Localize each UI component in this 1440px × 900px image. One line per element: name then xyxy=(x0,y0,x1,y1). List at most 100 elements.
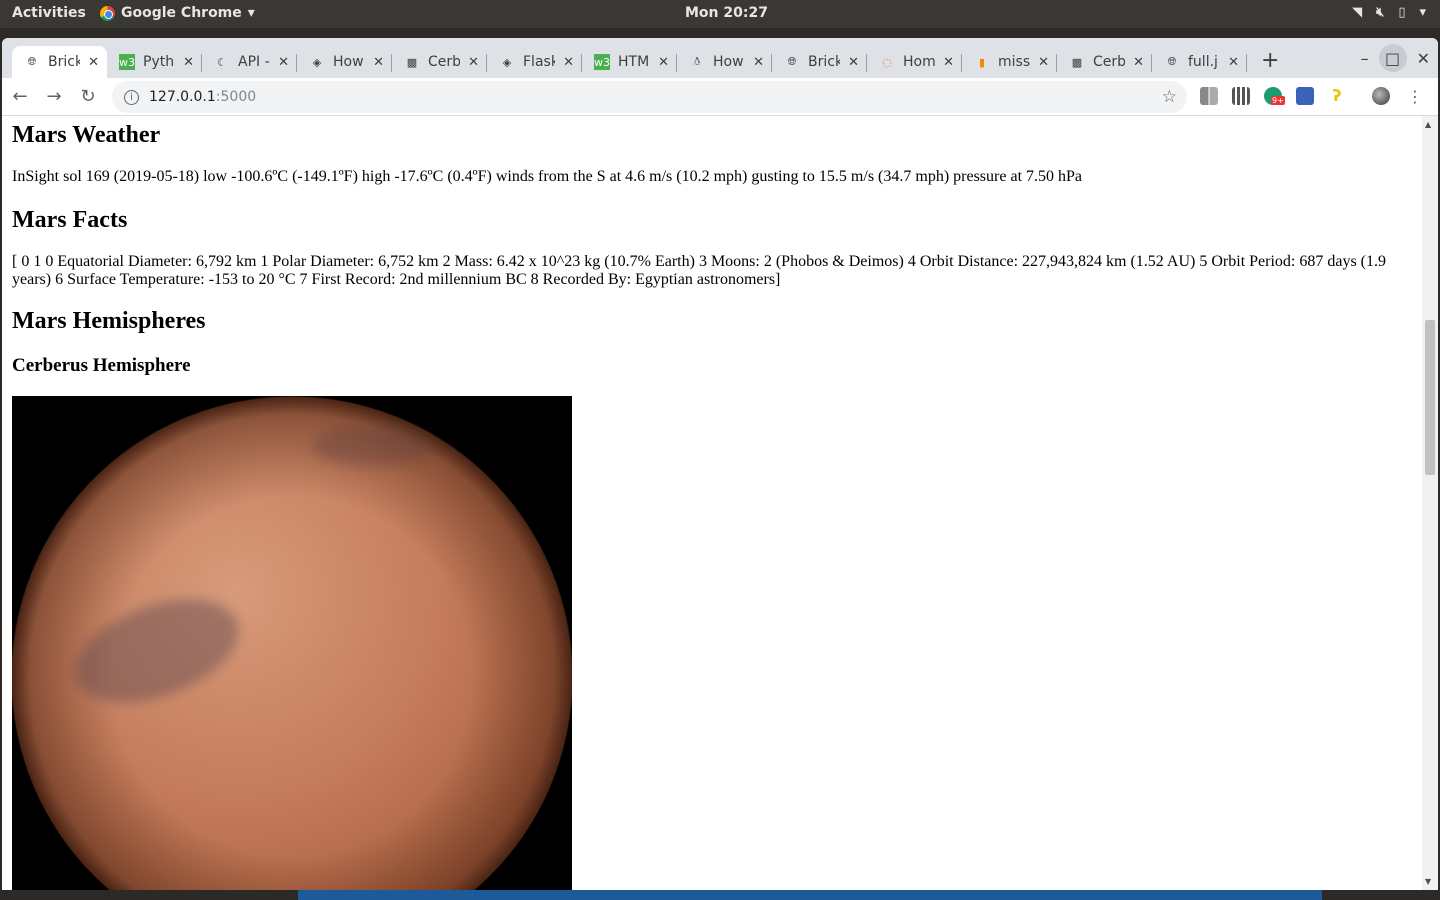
tab-close-icon[interactable]: ✕ xyxy=(563,55,574,70)
activities-button[interactable]: Activities xyxy=(12,5,86,21)
jupyter-icon: ◌ xyxy=(882,55,892,69)
tab-close-icon[interactable]: ✕ xyxy=(848,55,859,70)
extension-badge: 9+ xyxy=(1271,96,1285,105)
scroll-up-arrow[interactable]: ▲ xyxy=(1425,120,1431,129)
tab-close-icon[interactable]: ✕ xyxy=(183,55,194,70)
system-tray[interactable]: ◥ 🔇︎ ▯ ▾ xyxy=(1352,5,1426,20)
facts-text: [ 0 1 0 Equatorial Diameter: 6,792 km 1 … xyxy=(12,253,1387,288)
tab-title: Brick xyxy=(48,54,81,70)
tab[interactable]: 🐧︎ How ✕ xyxy=(677,46,772,78)
hemisphere-title: Cerberus Hemisphere xyxy=(12,355,191,376)
hemispheres-heading: Mars Hemispheres xyxy=(12,308,206,334)
cerberus-icon: ▩ xyxy=(406,55,418,69)
profile-avatar[interactable] xyxy=(1372,87,1390,105)
globe-icon: 🌐︎ xyxy=(1167,55,1177,68)
diamond-icon: ◈ xyxy=(502,55,512,69)
close-window-button[interactable]: ✕ xyxy=(1417,49,1430,68)
cerberus-icon: ▩ xyxy=(1071,55,1083,69)
vertical-scrollbar[interactable]: ▲ ▼ xyxy=(1422,116,1438,890)
tab-title: Python xyxy=(143,54,175,70)
battery-icon: ▯ xyxy=(1398,5,1406,20)
tab-close-icon[interactable]: ✕ xyxy=(753,55,764,70)
volume-muted-icon: 🔇︎ xyxy=(1376,5,1385,20)
tab[interactable]: 🌐︎ Brick ✕ xyxy=(772,46,867,78)
weather-text: InSight sol 169 (2019-05-18) low -100.6º… xyxy=(12,168,1083,185)
book-icon: ▮ xyxy=(978,55,986,69)
page-content: Mars Weather InSight sol 169 (2019-05-18… xyxy=(2,116,1422,890)
tab-close-icon[interactable]: ✕ xyxy=(373,55,384,70)
grid-extension-icon[interactable] xyxy=(1200,87,1218,105)
qr-code-extension-icon[interactable] xyxy=(1232,87,1250,105)
clock[interactable]: Mon 20:27 xyxy=(685,5,768,21)
tab-title: miss xyxy=(998,54,1031,70)
tab-title: HTML xyxy=(618,54,650,70)
tab[interactable]: ▩ Cerb ✕ xyxy=(392,46,487,78)
tab[interactable]: ◈ Flask ✕ xyxy=(487,46,582,78)
w3schools-icon: w3 xyxy=(119,54,135,70)
maximize-button[interactable]: □ xyxy=(1378,44,1407,72)
tab[interactable]: ▮ miss ✕ xyxy=(962,46,1057,78)
tab-close-icon[interactable]: ✕ xyxy=(1038,55,1049,70)
tab[interactable]: ▩ Cerb ✕ xyxy=(1057,46,1152,78)
url-host: 127.0.0.1 xyxy=(149,89,216,105)
globe-icon: 🌐︎ xyxy=(27,55,37,68)
tab-title: Brick xyxy=(808,54,841,70)
tab-close-icon[interactable]: ✕ xyxy=(88,55,99,70)
tab[interactable]: 🌐︎ Brick ✕ xyxy=(12,46,107,78)
url-port: :5000 xyxy=(215,89,257,105)
weather-heading: Mars Weather xyxy=(12,122,161,148)
toolbar: ← → ↻ i 127.0.0.1:5000 ☆ 9+ ʔ ⋮ xyxy=(2,78,1438,116)
w3schools-icon: w3 xyxy=(594,54,610,70)
grammarly-extension-icon[interactable]: 9+ xyxy=(1264,87,1285,105)
app-name: Google Chrome xyxy=(121,5,242,21)
tab-title: API - xyxy=(238,54,270,70)
tab-close-icon[interactable]: ✕ xyxy=(943,55,954,70)
browser-window: 🌐︎ Brick ✕ w3 Python ✕ ☾ API - ✕ ◈ How ✕ ▩ Cerb ✕ ◈ Flas… xyxy=(2,38,1438,890)
scrollbar-thumb[interactable] xyxy=(1425,320,1435,475)
diamond-icon: ◈ xyxy=(312,55,322,69)
tab-strip: 🌐︎ Brick ✕ w3 Python ✕ ☾ API - ✕ ◈ How ✕ ▩ Cerb ✕ ◈ Flas… xyxy=(2,38,1438,78)
caret-down-icon: ▾ xyxy=(247,5,255,21)
cerberus-hemisphere-image xyxy=(12,396,572,890)
tab-close-icon[interactable]: ✕ xyxy=(1133,55,1144,70)
reload-button[interactable]: ↻ xyxy=(72,86,104,107)
tab-close-icon[interactable]: ✕ xyxy=(468,55,479,70)
tab-title: full.j xyxy=(1188,54,1218,70)
new-tab-button[interactable]: + xyxy=(1261,48,1279,78)
moon-icon: ☾ xyxy=(217,55,227,69)
tab[interactable]: ◌ Home ✕ xyxy=(867,46,962,78)
scroll-down-arrow[interactable]: ▼ xyxy=(1425,877,1431,886)
bookmark-star-icon[interactable]: ☆ xyxy=(1162,87,1177,107)
tab-title: How xyxy=(713,54,744,70)
tab-title: Flask xyxy=(523,54,556,70)
linux-penguin-icon: 🐧︎ xyxy=(693,54,701,68)
tab[interactable]: ◈ How ✕ xyxy=(297,46,392,78)
wifi-icon: ◥ xyxy=(1352,5,1363,20)
tab-close-icon[interactable]: ✕ xyxy=(658,55,669,70)
tab[interactable]: 🌐︎ full.j ✕ xyxy=(1152,46,1247,78)
tab-title: Cerb xyxy=(428,54,461,70)
tab-title: Cerb xyxy=(1093,54,1126,70)
blue-extension-icon[interactable] xyxy=(1296,87,1314,105)
tab-close-icon[interactable]: ✕ xyxy=(1228,55,1239,70)
system-top-bar: Activities Google Chrome ▾ Mon 20:27 ◥ 🔇︎ ▯… xyxy=(0,0,1440,28)
globe-icon: 🌐︎ xyxy=(787,55,797,68)
caret-down-icon: ▾ xyxy=(1419,5,1426,20)
tab[interactable]: w3 Python ✕ xyxy=(107,46,202,78)
tab-title: How xyxy=(333,54,364,70)
app-menu[interactable]: Google Chrome ▾ xyxy=(100,5,255,21)
address-bar[interactable]: i 127.0.0.1:5000 ☆ xyxy=(112,81,1187,113)
menu-kebab-icon[interactable]: ⋮ xyxy=(1406,87,1424,106)
facts-heading: Mars Facts xyxy=(12,207,128,233)
yellow-extension-icon[interactable]: ʔ xyxy=(1328,87,1346,105)
tab[interactable]: w3 HTML ✕ xyxy=(582,46,677,78)
taskbar xyxy=(0,890,1440,900)
back-button[interactable]: ← xyxy=(4,86,36,107)
tab-close-icon[interactable]: ✕ xyxy=(278,55,289,70)
chrome-icon xyxy=(100,5,115,21)
tab-title: Home xyxy=(903,54,936,70)
info-icon[interactable]: i xyxy=(124,89,139,105)
minimize-button[interactable]: – xyxy=(1361,49,1369,68)
forward-button[interactable]: → xyxy=(38,86,70,107)
tab[interactable]: ☾ API - ✕ xyxy=(202,46,297,78)
